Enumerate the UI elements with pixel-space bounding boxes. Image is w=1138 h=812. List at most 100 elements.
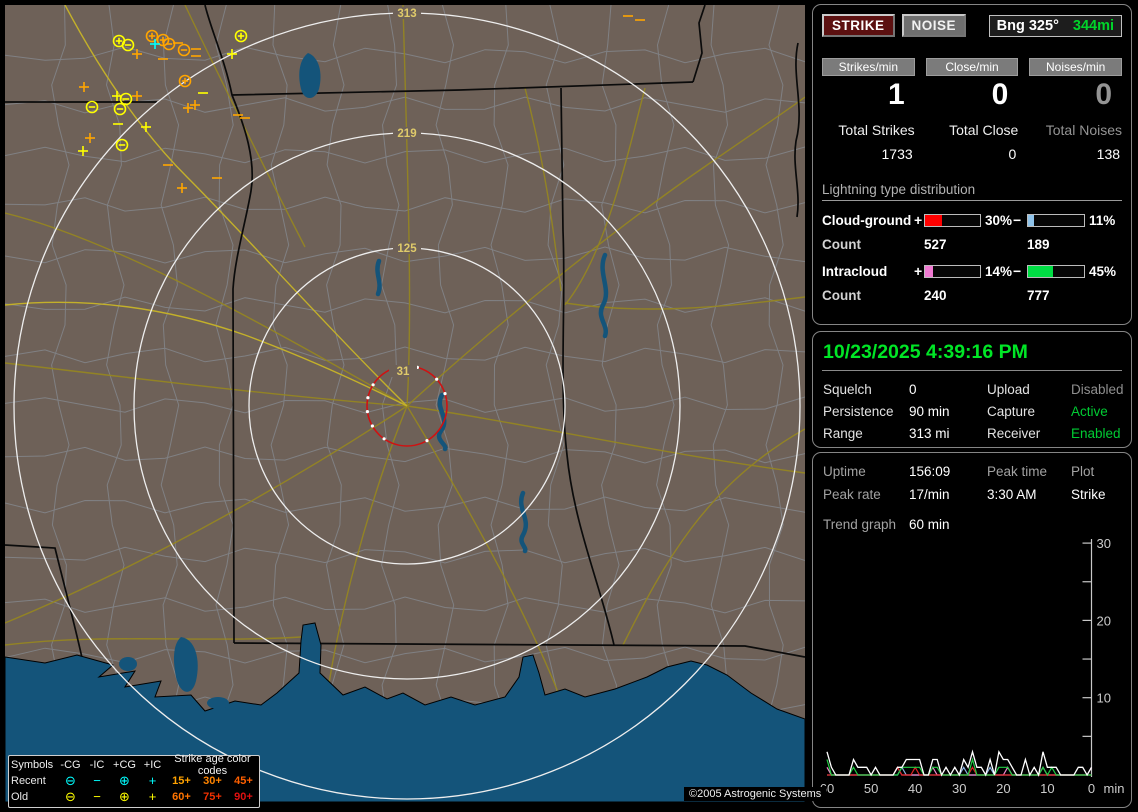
bearing-display: Bng 325° 344mi — [989, 15, 1122, 37]
y-tick-label: 10 — [1097, 691, 1111, 706]
legend-col-neg-ic: -IC — [84, 759, 110, 771]
map-legend: Symbols -CG -IC +CG +IC Strike age color… — [8, 755, 260, 808]
counter-noises-min: Noises/min0Total Noises138 — [1029, 58, 1122, 162]
rate-value: 0 — [1029, 79, 1122, 111]
legend-symbol-minus-icon: − — [84, 790, 110, 804]
legend-symbols-header: Symbols — [9, 759, 57, 771]
trend-graph: 1020306050403020100min — [815, 537, 1133, 799]
stats-cell: 3:30 AM — [987, 487, 1071, 502]
counter-strikes-min: Strikes/min 1 Total Strikes 1733 — [822, 58, 915, 162]
x-tick-label: 20 — [996, 781, 1010, 796]
legend-symbol-minus-icon: − — [84, 774, 110, 788]
count-label: Count — [822, 288, 914, 303]
indicator-row: STRIKE NOISE Bng 325° 344mi — [822, 14, 1122, 37]
status-grid: Squelch0UploadDisabledPersistence90 minC… — [822, 382, 1122, 441]
age-code: 60+ — [166, 791, 197, 803]
distribution-heading: Lightning type distribution — [822, 182, 1122, 201]
rate-value: 1 — [822, 79, 915, 111]
legend-col-pos-ic: +IC — [139, 759, 166, 771]
counter-close-min: Close/min0Total Close0 — [926, 58, 1019, 162]
positive-count: 240 — [924, 288, 1013, 303]
status-label: Receiver — [987, 426, 1071, 441]
trend-series-total-strikes — [827, 752, 1092, 775]
stats-cell: Plot — [1071, 464, 1133, 479]
lightning-map[interactable]: 31321912531 — [5, 5, 805, 802]
trend-row: Trend graph 60 min — [822, 517, 1122, 532]
status-value: 313 mi — [909, 426, 987, 441]
age-code: 45+ — [228, 775, 259, 787]
total-value: 138 — [1029, 146, 1122, 162]
count-label: Count — [822, 237, 914, 252]
status-label: Upload — [987, 382, 1071, 397]
status-value: Active — [1071, 404, 1133, 419]
y-tick-label: 30 — [1097, 537, 1111, 551]
app-window: 31321912531 Symbols -CG -IC +CG +IC Stri… — [0, 0, 1138, 812]
status-value: Disabled — [1071, 382, 1133, 397]
distribution-rows: Cloud-ground+30%−11%Count527189Intraclou… — [822, 212, 1122, 303]
total-value: 0 — [926, 146, 1019, 162]
bearing-value: Bng 325° — [997, 18, 1059, 34]
legend-col-neg-cg: -CG — [57, 759, 84, 771]
status-label: Capture — [987, 404, 1071, 419]
positive-bar-fill — [925, 215, 942, 226]
age-code: 30+ — [197, 775, 228, 787]
positive-percent: 30% — [981, 213, 1013, 228]
noise-indicator[interactable]: NOISE — [902, 14, 967, 37]
age-code: 90+ — [228, 791, 259, 803]
x-axis-unit: min — [1104, 781, 1125, 796]
status-value: Enabled — [1071, 426, 1133, 441]
ring-label-313: 313 — [397, 8, 416, 20]
distribution-type-label: Cloud-ground — [822, 213, 914, 228]
counter-chip: Strikes/min — [822, 58, 915, 76]
age-code: 75+ — [197, 791, 228, 803]
trend-value: 60 min — [909, 517, 950, 532]
positive-bar — [924, 214, 981, 227]
legend-symbol-circle-minus-icon: ⊖ — [57, 790, 84, 804]
plus-sign: + — [914, 263, 924, 279]
minus-sign: − — [1013, 263, 1027, 279]
y-tick-label: 20 — [1097, 613, 1111, 628]
distance-value: 344mi — [1073, 18, 1114, 34]
status-label: Persistence — [823, 404, 909, 419]
legend-symbol-plus-icon: + — [139, 774, 166, 788]
legend-row-label: Old — [9, 791, 57, 803]
status-panel: 10/23/2025 4:39:16 PM Squelch0UploadDisa… — [812, 331, 1132, 448]
strike-indicator[interactable]: STRIKE — [822, 14, 895, 37]
positive-bar — [924, 265, 981, 278]
negative-percent: 45% — [1085, 264, 1123, 279]
x-tick-label: 0 — [1088, 781, 1095, 796]
stats-panel: Uptime156:09Peak timePlotPeak rate17/min… — [812, 452, 1132, 808]
datetime-display: 10/23/2025 4:39:16 PM — [822, 338, 1122, 371]
status-label: Squelch — [823, 382, 909, 397]
negative-bar — [1027, 214, 1085, 227]
plus-sign: + — [914, 212, 924, 228]
stats-cell: Uptime — [823, 464, 909, 479]
stats-cell: 17/min — [909, 487, 987, 502]
total-label: Total Strikes — [822, 122, 915, 138]
legend-row-label: Recent — [9, 775, 57, 787]
positive-count: 527 — [924, 237, 1013, 252]
legend-symbol-circle-plus-icon: ⊕ — [110, 774, 139, 788]
negative-bar — [1027, 265, 1085, 278]
positive-percent: 14% — [981, 264, 1013, 279]
age-code: 15+ — [166, 775, 197, 787]
stats-cell: 156:09 — [909, 464, 987, 479]
negative-bar-fill — [1028, 266, 1053, 277]
ring-label-31: 31 — [397, 366, 410, 378]
strike-stats-panel: STRIKE NOISE Bng 325° 344mi Strikes/min 1 T… — [812, 4, 1132, 325]
counter-chip: Close/min — [926, 58, 1019, 76]
x-tick-label: 30 — [952, 781, 966, 796]
stats-cell: Peak time — [987, 464, 1071, 479]
legend-symbol-circle-plus-icon: ⊕ — [110, 790, 139, 804]
distribution-row: Intracloud+14%−45% — [822, 263, 1122, 279]
minus-sign: − — [1013, 212, 1027, 228]
status-value: 0 — [909, 382, 987, 397]
stats-grid: Uptime156:09Peak timePlotPeak rate17/min… — [822, 464, 1122, 502]
ring-label-125: 125 — [397, 243, 417, 255]
distribution-count-row: Count527189 — [822, 237, 1122, 252]
x-tick-label: 50 — [864, 781, 878, 796]
negative-bar-fill — [1028, 215, 1034, 226]
total-value: 1733 — [822, 146, 915, 162]
distribution-row: Cloud-ground+30%−11% — [822, 212, 1122, 228]
legend-age-header: Strike age color codes — [166, 753, 259, 777]
